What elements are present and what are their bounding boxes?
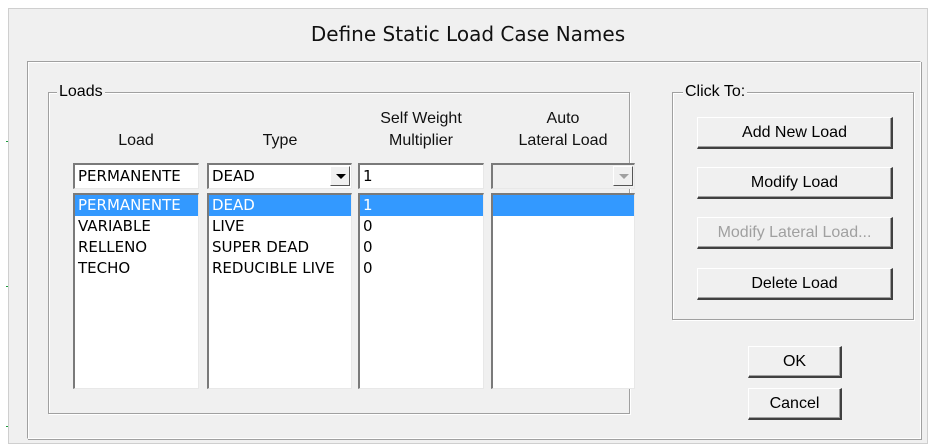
dialog-body: Loads Load Type Self Weight Multiplier A… xyxy=(27,61,921,439)
dialog-window: Define Static Load Case Names Loads Load… xyxy=(8,8,928,444)
list-item[interactable]: 0 xyxy=(360,237,483,258)
list-item[interactable]: RELLENO xyxy=(75,237,198,258)
click-to-group-legend: Click To: xyxy=(683,83,748,101)
load-type-list[interactable]: DEAD LIVE SUPER DEAD REDUCIBLE LIVE xyxy=(207,193,352,389)
auto-lateral-load-list[interactable] xyxy=(491,193,635,389)
load-type-dropdown[interactable]: DEAD xyxy=(207,163,352,189)
list-item[interactable]: 0 xyxy=(360,258,483,279)
list-item[interactable]: LIVE xyxy=(209,216,351,237)
modify-load-button[interactable]: Modify Load xyxy=(697,167,893,199)
auto-lateral-header-line1: Auto xyxy=(546,110,580,127)
delete-load-button[interactable]: Delete Load xyxy=(697,268,893,300)
chevron-down-icon[interactable] xyxy=(330,166,350,186)
chevron-down-icon xyxy=(613,166,633,186)
list-item[interactable]: PERMANENTE xyxy=(75,195,198,216)
self-weight-header-line2: Multiplier xyxy=(388,132,453,149)
ok-button[interactable]: OK xyxy=(748,346,842,378)
list-item[interactable]: REDUCIBLE LIVE xyxy=(209,258,351,279)
auto-lateral-load-dropdown xyxy=(491,163,635,189)
window-title: Define Static Load Case Names xyxy=(9,9,927,57)
loads-group: Loads Load Type Self Weight Multiplier A… xyxy=(48,83,635,414)
list-item-selected-empty[interactable] xyxy=(493,195,634,216)
cancel-button[interactable]: Cancel xyxy=(748,388,842,420)
list-item[interactable]: 0 xyxy=(360,216,483,237)
add-new-load-button[interactable]: Add New Load xyxy=(697,117,893,149)
load-name-input[interactable]: PERMANENTE xyxy=(73,163,199,189)
loads-group-legend: Loads xyxy=(57,83,105,101)
load-type-value: DEAD xyxy=(212,167,255,185)
load-name-list[interactable]: PERMANENTE VARIABLE RELLENO TECHO xyxy=(73,193,199,389)
click-to-group: Click To: Add New Load Modify Load Modif… xyxy=(672,83,914,320)
type-column-header: Type xyxy=(262,132,298,149)
list-item[interactable]: 1 xyxy=(360,195,483,216)
modify-lateral-load-button: Modify Lateral Load... xyxy=(697,217,893,249)
list-item[interactable]: DEAD xyxy=(209,195,351,216)
load-column-header: Load xyxy=(118,132,154,149)
self-weight-multiplier-list[interactable]: 1 0 0 0 xyxy=(358,193,484,389)
list-item[interactable]: VARIABLE xyxy=(75,216,198,237)
list-item[interactable]: TECHO xyxy=(75,258,198,279)
self-weight-header-line1: Self Weight xyxy=(380,110,462,127)
self-weight-multiplier-input[interactable]: 1 xyxy=(358,163,484,189)
auto-lateral-header-line2: Lateral Load xyxy=(518,132,608,149)
list-item[interactable]: SUPER DEAD xyxy=(209,237,351,258)
